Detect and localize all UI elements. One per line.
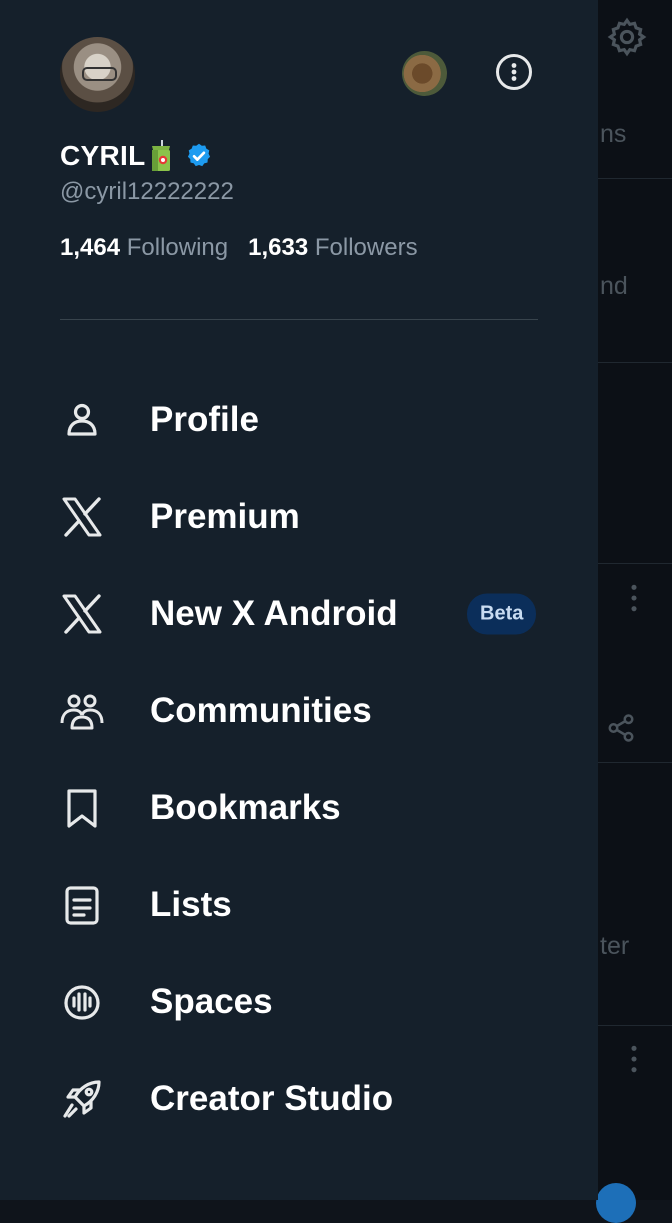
background-divider <box>598 1025 672 1026</box>
menu-item-profile[interactable]: Profile <box>0 375 598 465</box>
menu-item-label: Bookmarks <box>150 788 341 827</box>
background-divider <box>598 762 672 763</box>
followers-count: 1,633 <box>248 234 309 261</box>
menu-item-new-x-android[interactable]: New X Android Beta <box>0 569 598 659</box>
people-icon <box>60 694 104 730</box>
profile-handle: @cyril12222222 <box>60 178 234 205</box>
drawer-divider <box>60 319 538 320</box>
rocket-icon <box>63 1080 101 1118</box>
menu-item-label: Creator Studio <box>150 1079 394 1118</box>
background-text-fragment: ter <box>600 932 630 960</box>
x-logo-icon <box>62 594 102 634</box>
follow-stats: 1,464 Following 1,633 Followers <box>60 234 418 262</box>
following-count: 1,464 <box>60 234 121 261</box>
background-text-fragment: ns <box>600 120 627 148</box>
more-vertical-icon[interactable] <box>620 1043 648 1075</box>
profile-name-row[interactable]: CYRIL <box>60 140 213 172</box>
menu-item-label: Communities <box>150 691 372 730</box>
x-logo-icon <box>62 497 102 537</box>
list-icon <box>65 886 99 925</box>
background-divider <box>598 178 672 179</box>
compose-fab[interactable] <box>596 1183 636 1223</box>
menu-item-label: Premium <box>150 497 300 536</box>
switch-account-avatar[interactable] <box>402 51 447 96</box>
verified-badge-icon <box>187 143 210 167</box>
settings-gear-icon[interactable] <box>606 16 648 58</box>
following-label: Following <box>126 234 229 261</box>
avatar-glasses <box>82 67 117 81</box>
person-icon <box>67 403 97 436</box>
following-link[interactable]: 1,464 Following <box>60 234 228 261</box>
background-divider <box>598 362 672 363</box>
juice-box-emoji-icon <box>151 140 170 171</box>
menu-item-label: New X Android <box>150 594 398 633</box>
menu-item-creator-studio[interactable]: Creator Studio <box>0 1054 598 1144</box>
profile-avatar[interactable] <box>60 37 135 112</box>
followers-label: Followers <box>314 234 418 261</box>
menu-item-lists[interactable]: Lists <box>0 860 598 950</box>
bookmark-icon <box>67 789 97 828</box>
share-icon[interactable] <box>606 712 636 744</box>
background-divider <box>598 563 672 564</box>
more-vertical-icon <box>511 63 517 81</box>
spaces-icon <box>64 985 100 1020</box>
menu-item-label: Spaces <box>150 982 273 1021</box>
menu-item-communities[interactable]: Communities <box>0 666 598 756</box>
followers-link[interactable]: 1,633 Followers <box>248 234 417 261</box>
menu-item-label: Lists <box>150 885 232 924</box>
navigation-drawer: CYRIL @cyril12222222 1,464 Following 1,6… <box>0 0 598 1200</box>
menu-item-bookmarks[interactable]: Bookmarks <box>0 763 598 853</box>
background-text-fragment: nd <box>600 272 628 300</box>
more-vertical-icon[interactable] <box>620 582 648 614</box>
account-options-button[interactable] <box>496 54 532 90</box>
beta-badge: Beta <box>467 593 537 635</box>
display-name: CYRIL <box>60 140 146 171</box>
menu-item-premium[interactable]: Premium <box>0 472 598 562</box>
menu-item-spaces[interactable]: Spaces <box>0 957 598 1047</box>
menu-item-label: Profile <box>150 400 259 439</box>
